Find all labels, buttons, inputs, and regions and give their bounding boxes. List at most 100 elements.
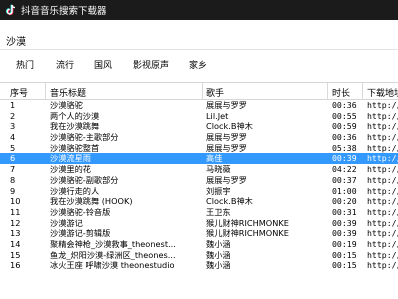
row-duration: 00:59 [332,121,357,132]
search-input[interactable] [6,33,386,47]
column-divider[interactable] [327,83,328,100]
table-row[interactable]: 16 冰火王座 呼啸沙漠 theonestudio 魏小涵 00:15 http://p [0,260,398,271]
table-row[interactable]: 3 我在沙漠跳舞 Clock.B神木 00:59 http://p [0,121,398,132]
column-divider[interactable] [362,83,363,100]
row-index: 14 [10,238,21,249]
row-download-url: http://p [367,206,398,217]
header-artist[interactable]: 歌手 [206,86,224,99]
row-download-url: http://p [367,132,398,143]
row-artist: 魏小涵 [206,249,231,260]
row-index: 13 [10,228,21,239]
row-download-url: http://p [367,228,398,239]
table-row[interactable]: 11 沙漠骆驼-铃音版 王卫东 00:31 http://p [0,207,398,218]
row-index: 9 [10,185,16,196]
row-title: 沙漠骆驼-铃音版 [50,206,111,217]
tab-film-soundtrack[interactable]: 影视原声 [133,58,169,71]
table-row[interactable]: 8 沙漠骆驼-副歌部分 展展与罗罗 00:37 http://p [0,175,398,186]
table-row[interactable]: 4 沙漠骆驼-主歌部分 展展与罗罗 00:36 http://p [0,132,398,143]
row-duration: 00:15 [332,260,357,271]
row-index: 5 [10,142,16,153]
table-row[interactable]: 9 沙漠行走的人 刘振宇 01:00 http://p [0,186,398,197]
row-artist: Clock.B神木 [206,121,253,132]
row-duration: 00:36 [332,100,357,110]
tiktok-icon [6,4,16,16]
table-body: 1沙漠骆驼展展与罗罗00:36http://p2两个人的沙漠Lil.Jet00:… [0,100,398,299]
row-index: 11 [10,206,21,217]
row-artist: Clock.B神木 [206,196,253,207]
row-artist: 猴儿财神RICHMONKE [206,228,289,239]
table-header: 序号 音乐标题 歌手 时长 下载地址 [0,83,398,100]
row-download-url: http://p [367,185,398,196]
row-title: 我在沙漠跳舞 [50,121,100,132]
row-title: 沙漠里的花 [50,164,91,175]
search-box[interactable] [0,30,398,50]
row-duration: 01:00 [332,185,357,196]
table-row[interactable]: 2 两个人的沙漠 Lil.Jet 00:55 http://p [0,111,398,122]
tab-hometown[interactable]: 家乡 [189,58,207,71]
table-row[interactable]: 7 沙漠里的花 马晓薇 04:22 http://p [0,164,398,175]
tab-hot[interactable]: 热门 [16,58,34,71]
header-duration[interactable]: 时长 [332,86,350,99]
table-row[interactable]: 12 沙漠游记 猴儿财神RICHMONKE 00:39 http://p [0,218,398,229]
row-download-url: http://p [367,238,398,249]
row-duration: 00:31 [332,206,357,217]
row-title: 沙漠游记 [50,217,83,228]
window-title: 抖音音乐搜索下载器 [21,6,107,17]
row-download-url: http://p [367,153,398,164]
row-title: 沙漠骆驼-主歌部分 [50,132,119,143]
table-row[interactable]: 15 鱼龙_炽阳沙漠-绿洲区_theones... 魏小涵 00:15 http://p [0,250,398,261]
row-duration: 00:15 [332,249,357,260]
row-duration: 00:39 [332,228,357,239]
row-title: 沙漠行走的人 [50,185,100,196]
row-artist: 魏小涵 [206,238,231,249]
column-divider[interactable] [202,83,203,100]
row-duration: 00:20 [332,196,357,207]
table-row[interactable]: 10 我在沙漠跳舞 (HOOK) Clock.B神木 00:20 http://p [0,196,398,207]
row-index: 16 [10,260,21,271]
row-duration: 05:38 [332,142,357,153]
row-title: 沙漠游记-剪辑版 [50,228,111,239]
table-row[interactable]: 1 沙漠骆驼 展展与罗罗 00:36 http://p [0,100,398,111]
row-index: 6 [10,153,16,164]
row-download-url: http://p [367,110,398,121]
title-bar: 抖音音乐搜索下载器 [0,0,398,20]
table-row[interactable]: 13 沙漠游记-剪辑版 猴儿财神RICHMONKE 00:39 http://p [0,228,398,239]
table-row[interactable]: 6 沙漠流星雨 高佳 00:39 http://p [0,153,398,165]
row-download-url: http://p [367,196,398,207]
row-download-url: http://p [367,142,398,153]
row-artist: 王卫东 [206,206,231,217]
tab-pop[interactable]: 流行 [56,58,74,71]
row-download-url: http://p [367,164,398,175]
row-artist: 魏小涵 [206,260,231,271]
row-artist: 高佳 [206,153,223,164]
table-row[interactable]: 14 聚精会神枪_沙漠救事_theonest... 魏小涵 00:19 http://p [0,239,398,250]
row-download-url: http://p [367,121,398,132]
row-title: 沙漠骆驼-副歌部分 [50,174,119,185]
row-artist: 展展与罗罗 [206,142,247,153]
column-divider[interactable] [45,83,46,100]
row-title: 我在沙漠跳舞 (HOOK) [50,196,133,207]
row-duration: 00:55 [332,110,357,121]
row-title: 鱼龙_炽阳沙漠-绿洲区_theones... [50,249,176,260]
results-table: 序号 音乐标题 歌手 时长 下载地址 1沙漠骆驼展展与罗罗00:36http:/… [0,82,398,299]
header-title[interactable]: 音乐标题 [50,86,86,99]
row-index: 2 [10,110,16,121]
row-index: 7 [10,164,16,175]
row-index: 12 [10,217,21,228]
row-artist: Lil.Jet [206,110,229,121]
row-artist: 马晓薇 [206,164,231,175]
row-title: 沙漠流星雨 [50,153,91,164]
header-download[interactable]: 下载地址 [367,86,398,99]
header-index[interactable]: 序号 [10,86,28,99]
row-download-url: http://p [367,249,398,260]
row-duration: 04:22 [332,164,357,175]
row-title: 两个人的沙漠 [50,110,100,121]
row-index: 10 [10,196,21,207]
row-download-url: http://p [367,100,398,110]
row-duration: 00:19 [332,238,357,249]
row-download-url: http://p [367,217,398,228]
table-row[interactable]: 5 沙漠骆驼整首 展展与罗罗 05:38 http://p [0,143,398,154]
row-download-url: http://p [367,174,398,185]
tab-guofeng[interactable]: 国风 [94,58,112,71]
row-artist: 刘振宇 [206,185,231,196]
